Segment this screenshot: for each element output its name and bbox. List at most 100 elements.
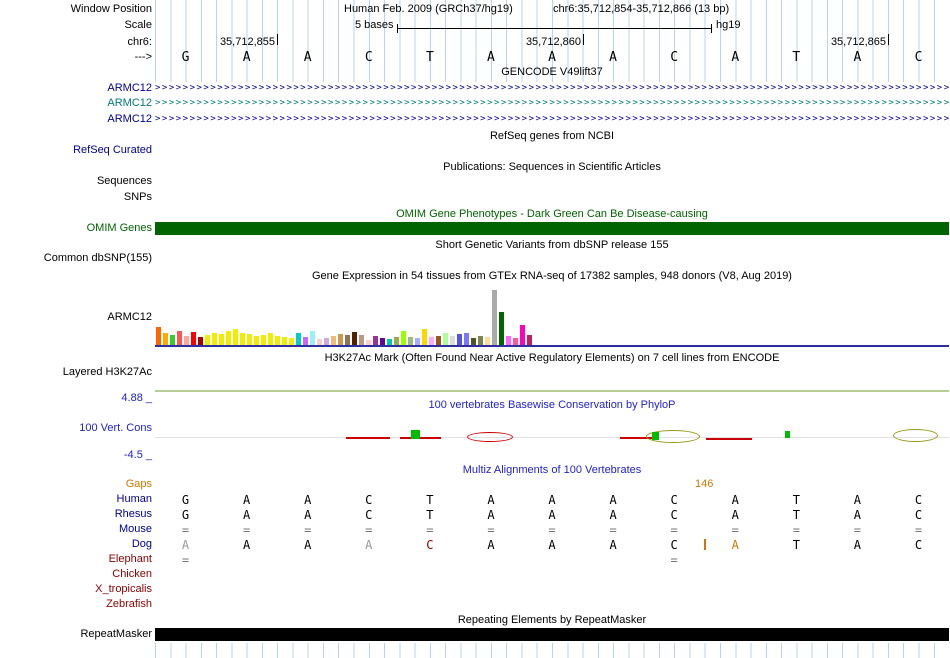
multiz-row-elephant[interactable]: == bbox=[155, 553, 949, 567]
multiz-human-base-6: A bbox=[521, 493, 582, 507]
multiz-species-label-x_tropicalis[interactable]: X_tropicalis bbox=[95, 583, 152, 595]
repeatmasker-bar[interactable] bbox=[155, 628, 949, 641]
publications-track-title[interactable]: Publications: Sequences in Scientific Ar… bbox=[155, 161, 949, 173]
gtex-track-title[interactable]: Gene Expression in 54 tissues from GTEx … bbox=[155, 270, 949, 282]
gtex-bar-45[interactable] bbox=[471, 338, 476, 345]
gtex-bar-6[interactable] bbox=[198, 337, 203, 345]
dbsnp-label[interactable]: Common dbSNP(155) bbox=[44, 252, 152, 264]
gencode-transcript-label-2[interactable]: ARMC12 bbox=[107, 113, 152, 125]
gencode-transcript-label-0[interactable]: ARMC12 bbox=[107, 82, 152, 94]
gencode-transcript-arrows-0[interactable]: >>>>>>>>>>>>>>>>>>>>>>>>>>>>>>>>>>>>>>>>… bbox=[155, 83, 949, 94]
multiz-track-title[interactable]: Multiz Alignments of 100 Vertebrates bbox=[155, 464, 949, 476]
gencode-track-title[interactable]: GENCODE V49lift37 bbox=[155, 66, 949, 78]
gtex-bar-52[interactable] bbox=[520, 325, 525, 345]
gtex-bar-13[interactable] bbox=[247, 334, 252, 345]
gtex-bar-9[interactable] bbox=[219, 334, 224, 345]
gtex-bar-49[interactable] bbox=[499, 312, 504, 345]
omim-track-title[interactable]: OMIM Gene Phenotypes - Dark Green Can Be… bbox=[155, 208, 949, 220]
gtex-bar-34[interactable] bbox=[394, 337, 399, 345]
multiz-species-label-human[interactable]: Human bbox=[117, 493, 152, 505]
multiz-species-label-elephant[interactable]: Elephant bbox=[109, 553, 152, 565]
refseq-track-title[interactable]: RefSeq genes from NCBI bbox=[155, 130, 949, 142]
multiz-row-human[interactable]: GAACTAAACATAC bbox=[155, 493, 949, 507]
gtex-bar-24[interactable] bbox=[324, 338, 329, 345]
multiz-species-label-gaps[interactable]: Gaps bbox=[126, 478, 152, 490]
gtex-bar-43[interactable] bbox=[457, 334, 462, 345]
gtex-bar-47[interactable] bbox=[485, 337, 490, 345]
multiz-species-label-chicken[interactable]: Chicken bbox=[112, 568, 152, 580]
gtex-bar-17[interactable] bbox=[275, 336, 280, 345]
gtex-bar-18[interactable] bbox=[282, 337, 287, 345]
multiz-mouse-base-11: = bbox=[827, 523, 888, 537]
gtex-bar-38[interactable] bbox=[422, 329, 427, 345]
reference-sequence-row[interactable]: GAACTAAACATAC bbox=[155, 50, 949, 65]
multiz-species-label-dog[interactable]: Dog bbox=[132, 538, 152, 550]
gtex-bar-46[interactable] bbox=[478, 336, 483, 345]
gtex-bar-44[interactable] bbox=[464, 333, 469, 345]
gtex-bar-22[interactable] bbox=[310, 331, 315, 345]
multiz-species-label-mouse[interactable]: Mouse bbox=[119, 523, 152, 535]
multiz-elephant-base-11 bbox=[827, 553, 888, 567]
gtex-bar-39[interactable] bbox=[429, 337, 434, 345]
gtex-bar-20[interactable] bbox=[296, 333, 301, 345]
gtex-bar-31[interactable] bbox=[373, 336, 378, 345]
gtex-bar-0[interactable] bbox=[156, 327, 161, 345]
gtex-bar-26[interactable] bbox=[338, 334, 343, 345]
gencode-transcript-arrows-1[interactable]: >>>>>>>>>>>>>>>>>>>>>>>>>>>>>>>>>>>>>>>>… bbox=[155, 98, 949, 109]
gtex-bar-19[interactable] bbox=[289, 338, 294, 345]
gtex-bar-35[interactable] bbox=[401, 331, 406, 345]
gtex-bar-10[interactable] bbox=[226, 331, 231, 345]
gtex-bar-36[interactable] bbox=[408, 337, 413, 345]
gtex-bar-27[interactable] bbox=[345, 335, 350, 345]
gtex-bar-11[interactable] bbox=[233, 329, 238, 345]
multiz-rhesus-base-5: A bbox=[460, 508, 521, 522]
repeatmasker-track-title[interactable]: Repeating Elements by RepeatMasker bbox=[155, 614, 949, 626]
repeatmasker-label[interactable]: RepeatMasker bbox=[80, 628, 152, 640]
gtex-bar-29[interactable] bbox=[359, 335, 364, 345]
gtex-bar-53[interactable] bbox=[527, 335, 532, 345]
gtex-expression-chart[interactable] bbox=[156, 289, 556, 345]
gtex-bar-4[interactable] bbox=[184, 336, 189, 345]
phylop-track-title[interactable]: 100 vertebrates Basewise Conservation by… bbox=[155, 399, 949, 411]
gtex-bar-16[interactable] bbox=[268, 333, 273, 345]
multiz-row-rhesus[interactable]: GAACTAAACATAC bbox=[155, 508, 949, 522]
gencode-transcript-label-1[interactable]: ARMC12 bbox=[107, 97, 152, 109]
gtex-bar-15[interactable] bbox=[261, 335, 266, 345]
h3k27ac-track-title[interactable]: H3K27Ac Mark (Often Found Near Active Re… bbox=[155, 352, 949, 364]
gtex-bar-41[interactable] bbox=[443, 333, 448, 345]
gtex-bar-48[interactable] bbox=[492, 290, 497, 345]
gtex-bar-32[interactable] bbox=[380, 338, 385, 345]
gtex-bar-21[interactable] bbox=[303, 337, 308, 345]
gtex-bar-51[interactable] bbox=[513, 338, 518, 345]
refseq-curated-label[interactable]: RefSeq Curated bbox=[73, 144, 152, 156]
multiz-row-mouse[interactable]: ============= bbox=[155, 523, 949, 537]
gtex-gene-label[interactable]: ARMC12 bbox=[107, 311, 152, 323]
reference-base-3: C bbox=[338, 50, 399, 65]
gtex-bar-1[interactable] bbox=[163, 333, 168, 345]
gtex-bar-2[interactable] bbox=[170, 335, 175, 345]
h3k27ac-label[interactable]: Layered H3K27Ac bbox=[63, 366, 152, 378]
gtex-bar-8[interactable] bbox=[212, 333, 217, 345]
publications-sequences-label[interactable]: Sequences bbox=[97, 175, 152, 187]
gtex-bar-7[interactable] bbox=[205, 335, 210, 345]
gtex-bar-42[interactable] bbox=[450, 336, 455, 345]
gtex-bar-28[interactable] bbox=[352, 332, 357, 345]
gtex-bar-25[interactable] bbox=[331, 336, 336, 345]
phylop-label[interactable]: 100 Vert. Cons bbox=[79, 422, 152, 434]
reference-base-7: A bbox=[583, 50, 644, 65]
gtex-bar-40[interactable] bbox=[436, 336, 441, 345]
gtex-bar-14[interactable] bbox=[254, 336, 259, 345]
gencode-transcript-arrows-2[interactable]: >>>>>>>>>>>>>>>>>>>>>>>>>>>>>>>>>>>>>>>>… bbox=[155, 114, 949, 125]
omim-genes-bar[interactable] bbox=[155, 222, 949, 235]
gtex-bar-3[interactable] bbox=[177, 331, 182, 345]
dbsnp-track-title[interactable]: Short Genetic Variants from dbSNP releas… bbox=[155, 239, 949, 251]
multiz-species-label-rhesus[interactable]: Rhesus bbox=[115, 508, 152, 520]
gtex-bar-5[interactable] bbox=[191, 332, 196, 345]
gtex-bar-50[interactable] bbox=[506, 336, 511, 345]
multiz-row-dog[interactable]: AAAACAAACATAC bbox=[155, 538, 949, 552]
gtex-bar-12[interactable] bbox=[240, 333, 245, 345]
publications-snps-label[interactable]: SNPs bbox=[124, 191, 152, 203]
multiz-species-label-zebrafish[interactable]: Zebrafish bbox=[106, 598, 152, 610]
gtex-bar-37[interactable] bbox=[415, 338, 420, 345]
omim-genes-label[interactable]: OMIM Genes bbox=[87, 222, 152, 234]
